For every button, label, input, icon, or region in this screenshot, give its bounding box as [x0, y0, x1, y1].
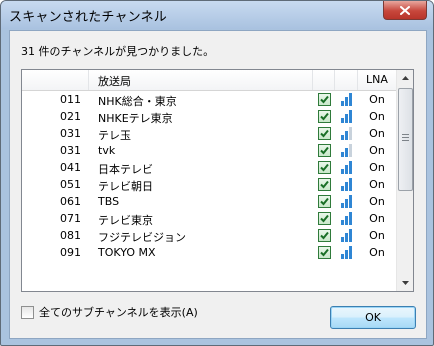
signal-strength-icon [340, 177, 354, 191]
chevron-down-icon [401, 281, 409, 285]
checkmark-icon [320, 197, 329, 206]
checkmark-icon [320, 163, 329, 172]
header-column-check[interactable] [313, 70, 335, 90]
channel-enabled-checkbox[interactable] [318, 110, 331, 123]
station-name: TOKYO MX [98, 246, 156, 259]
station-name: テレビ朝日 [98, 180, 153, 193]
result-message: 31 件のチャンネルが見つかりました。 [21, 45, 215, 58]
channel-enabled-checkbox[interactable] [318, 229, 331, 242]
lna-value: On [369, 229, 385, 242]
channel-row[interactable]: 071 テレビ東京 On [22, 210, 397, 227]
channel-row[interactable]: 061 TBS On [22, 193, 397, 210]
signal-strength-icon [340, 194, 354, 208]
channel-row[interactable]: 031 tvk On [22, 142, 397, 159]
checkmark-icon [320, 112, 329, 121]
channel-number: 071 [60, 212, 81, 225]
channel-row[interactable]: 051 テレビ朝日 On [22, 176, 397, 193]
close-icon [400, 5, 410, 15]
station-name: 日本テレビ [98, 163, 153, 176]
lna-value: On [369, 127, 385, 140]
station-name: テレ玉 [98, 129, 131, 142]
station-name: NHK総合・東京 [98, 95, 177, 108]
chevron-up-icon [401, 76, 409, 80]
lna-value: On [369, 195, 385, 208]
scroll-grip-icon [402, 134, 409, 142]
checkmark-icon [320, 248, 329, 257]
channel-enabled-checkbox[interactable] [318, 212, 331, 225]
channel-row[interactable]: 021 NHKEテレ東京 On [22, 108, 397, 125]
channel-enabled-checkbox[interactable] [318, 178, 331, 191]
window-title: スキャンされたチャンネル [9, 10, 168, 25]
list-header: 放送局 LNA [22, 70, 397, 91]
scroll-down-button[interactable] [398, 275, 412, 291]
lna-value: On [369, 110, 385, 123]
show-all-label: 全てのサブチャンネルを表示(A) [39, 306, 198, 319]
header-column-lna[interactable]: LNA [358, 70, 397, 90]
station-name: tvk [98, 144, 116, 157]
channel-number: 041 [60, 161, 81, 174]
channel-number: 031 [60, 127, 81, 140]
checkmark-icon [320, 146, 329, 155]
checkmark-icon [320, 180, 329, 189]
channel-number: 051 [60, 178, 81, 191]
scroll-up-button[interactable] [398, 70, 412, 86]
signal-strength-icon [340, 143, 354, 157]
lna-value: On [369, 212, 385, 225]
dialog-body: 31 件のチャンネルが見つかりました。 放送局 LNA 011 NHK総合・東京 O… [9, 30, 427, 339]
channel-enabled-checkbox[interactable] [318, 246, 331, 259]
checkmark-icon [320, 231, 329, 240]
signal-strength-icon [340, 126, 354, 140]
checkmark-icon [320, 214, 329, 223]
station-name: TBS [98, 195, 120, 208]
channel-number: 061 [60, 195, 81, 208]
signal-strength-icon [340, 160, 354, 174]
scroll-thumb[interactable] [398, 88, 413, 191]
dialog-window: スキャンされたチャンネル 31 件のチャンネルが見つかりました。 放送局 LNA… [0, 0, 434, 346]
channel-number: 091 [60, 246, 81, 259]
header-column-station[interactable]: 放送局 [89, 70, 313, 90]
lna-value: On [369, 161, 385, 174]
channel-enabled-checkbox[interactable] [318, 144, 331, 157]
channel-number: 021 [60, 110, 81, 123]
header-lna-label: LNA [366, 73, 388, 86]
channel-list[interactable]: 放送局 LNA 011 NHK総合・東京 On 021 NHKEテレ東京 On 031 テレ玉… [21, 69, 414, 292]
station-name: フジテレビジョン [98, 231, 186, 244]
ok-button[interactable]: OK [330, 306, 416, 329]
signal-strength-icon [340, 109, 354, 123]
close-button[interactable] [383, 1, 427, 20]
checkmark-icon [320, 95, 329, 104]
signal-strength-icon [340, 228, 354, 242]
channel-number: 081 [60, 229, 81, 242]
header-column-number[interactable] [22, 70, 89, 90]
channel-enabled-checkbox[interactable] [318, 127, 331, 140]
header-column-signal[interactable] [335, 70, 358, 90]
title-bar: スキャンされたチャンネル [1, 1, 433, 29]
lna-value: On [369, 246, 385, 259]
channel-row[interactable]: 031 テレ玉 On [22, 125, 397, 142]
lna-value: On [369, 144, 385, 157]
channel-enabled-checkbox[interactable] [318, 93, 331, 106]
channel-row[interactable]: 011 NHK総合・東京 On [22, 91, 397, 108]
station-name: テレビ東京 [98, 214, 153, 227]
header-station-label: 放送局 [98, 75, 131, 88]
channel-rows: 011 NHK総合・東京 On 021 NHKEテレ東京 On 031 テレ玉 On 031 tvk… [22, 91, 397, 261]
channel-number: 011 [60, 93, 81, 106]
channel-row[interactable]: 081 フジテレビジョン On [22, 227, 397, 244]
lna-value: On [369, 178, 385, 191]
ok-button-label: OK [365, 311, 381, 324]
channel-enabled-checkbox[interactable] [318, 195, 331, 208]
signal-strength-icon [340, 92, 354, 106]
show-all-checkbox-box[interactable] [21, 305, 34, 319]
vertical-scrollbar[interactable] [396, 70, 413, 291]
show-all-subchannels-checkbox[interactable]: 全てのサブチャンネルを表示(A) [21, 304, 198, 320]
channel-row[interactable]: 091 TOKYO MX On [22, 244, 397, 261]
checkmark-icon [320, 129, 329, 138]
channel-number: 031 [60, 144, 81, 157]
channel-enabled-checkbox[interactable] [318, 161, 331, 174]
lna-value: On [369, 93, 385, 106]
station-name: NHKEテレ東京 [98, 112, 173, 125]
signal-strength-icon [340, 211, 354, 225]
signal-strength-icon [340, 245, 354, 259]
channel-row[interactable]: 041 日本テレビ On [22, 159, 397, 176]
